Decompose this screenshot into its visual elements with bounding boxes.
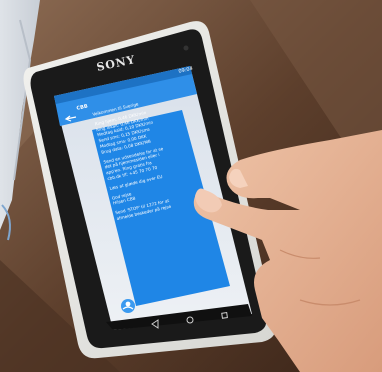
front-camera <box>183 45 189 51</box>
